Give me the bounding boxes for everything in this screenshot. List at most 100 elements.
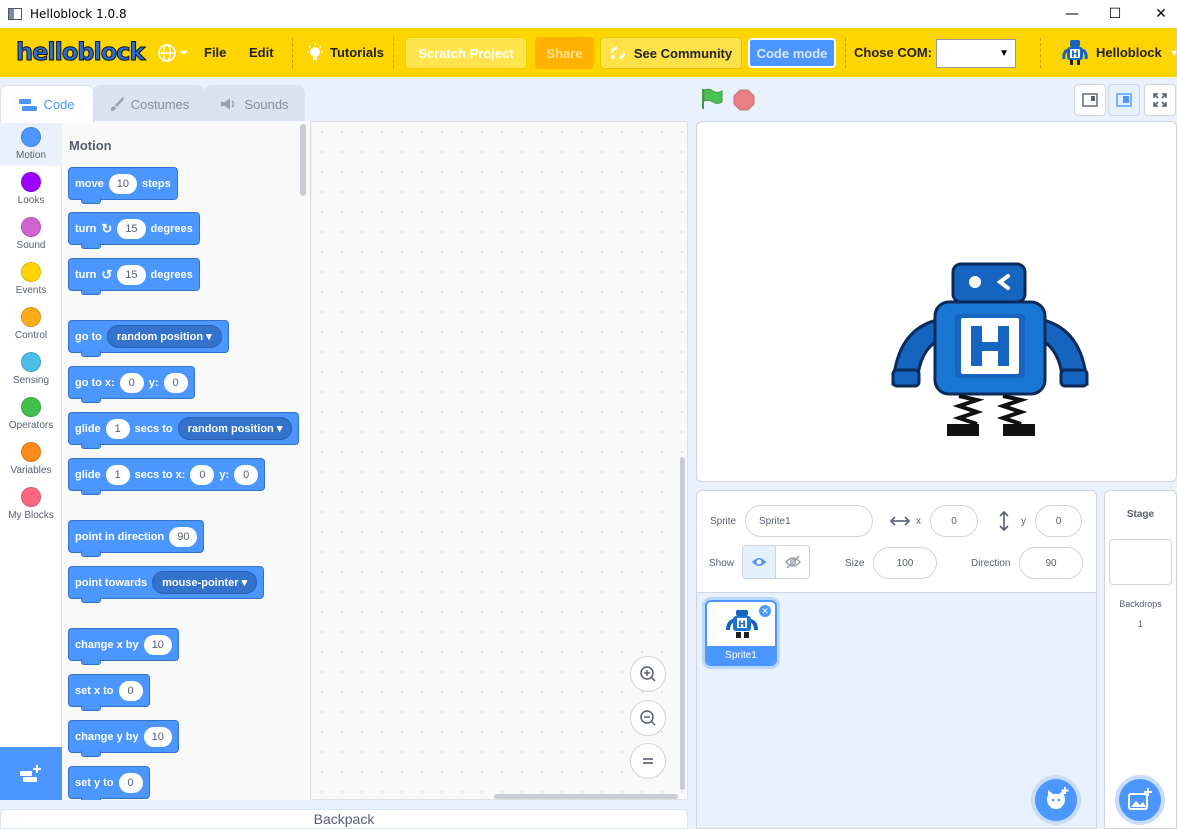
block-dropdown[interactable]: random position ▾ — [106, 325, 222, 348]
delete-sprite-button[interactable]: ✕ — [758, 604, 772, 618]
fullscreen-button[interactable] — [1144, 84, 1176, 116]
category-dot-icon — [21, 217, 41, 237]
y-position-value: 0 — [1055, 515, 1062, 527]
add-sprite-button[interactable] — [1031, 775, 1081, 825]
code-mode-button[interactable]: Code mode — [748, 38, 836, 68]
block-dropdown[interactable]: mouse-pointer ▾ — [152, 571, 258, 594]
category-dot-icon — [21, 127, 41, 147]
block-input[interactable]: 1 — [105, 464, 130, 485]
backpack-panel[interactable]: Backpack — [0, 809, 688, 829]
language-menu[interactable] — [157, 28, 189, 77]
file-menu[interactable]: File — [204, 28, 226, 77]
green-flag-icon[interactable] — [700, 87, 724, 111]
see-community-button[interactable]: See Community — [600, 37, 742, 69]
category-dot-icon — [21, 172, 41, 192]
block-glide-to[interactable]: glide 1 secs to random position ▾ — [68, 412, 300, 449]
user-menu[interactable]: H Helloblock ▼ — [1062, 28, 1177, 77]
com-port-select[interactable]: ▼ — [936, 39, 1016, 68]
zoom-out-button[interactable] — [630, 700, 666, 736]
block-input[interactable]: 90 — [169, 526, 198, 547]
stage-canvas[interactable] — [696, 121, 1177, 482]
block-input[interactable]: 1 — [105, 418, 130, 439]
block-go-to-xy[interactable]: go to x: 0 y: 0 — [68, 366, 195, 403]
edit-menu[interactable]: Edit — [249, 28, 274, 77]
block-input[interactable]: 15 — [117, 264, 146, 285]
code-workspace[interactable] — [312, 121, 688, 800]
small-stage-button[interactable] — [1074, 84, 1106, 116]
block-change-x[interactable]: change x by 10 — [68, 628, 179, 665]
workspace-horizontal-scrollbar[interactable] — [494, 794, 678, 799]
category-label: Control — [14, 330, 48, 341]
category-control[interactable]: Control — [0, 301, 62, 346]
maximize-button[interactable]: ☐ — [1092, 0, 1138, 28]
block-set-y[interactable]: set y to 0 — [68, 766, 150, 800]
block-text: change x by — [75, 638, 139, 651]
tab-sounds[interactable]: Sounds — [204, 85, 305, 122]
robot-sprite[interactable] — [889, 260, 1091, 440]
scratch-project-button[interactable]: Scratch Project — [405, 37, 527, 69]
share-button[interactable]: Share — [535, 37, 594, 69]
category-sound[interactable]: Sound — [0, 211, 62, 256]
zoom-reset-button[interactable] — [630, 743, 666, 779]
show-sprite-button[interactable] — [742, 545, 776, 579]
category-dot-icon — [21, 262, 41, 282]
size-input[interactable]: 100 — [873, 547, 937, 579]
backdrops-label: Backdrops — [1119, 599, 1162, 609]
palette-scrollbar[interactable] — [300, 124, 306, 196]
block-go-to[interactable]: go to random position ▾ — [68, 320, 229, 357]
block-input[interactable]: 0 — [234, 464, 259, 485]
stop-icon[interactable] — [733, 89, 755, 111]
x-position-input[interactable]: 0 — [930, 505, 978, 537]
block-input[interactable]: 15 — [117, 218, 146, 239]
zoom-in-button[interactable] — [630, 656, 666, 692]
block-input[interactable]: 10 — [143, 726, 172, 747]
block-text: y: — [148, 376, 159, 389]
category-sensing[interactable]: Sensing — [0, 346, 62, 391]
sprite-name-input[interactable]: Sprite1 — [745, 505, 873, 537]
backdrop-thumbnail[interactable] — [1109, 539, 1172, 585]
category-operators[interactable]: Operators — [0, 391, 62, 436]
block-input[interactable]: 0 — [163, 372, 188, 393]
category-looks[interactable]: Looks — [0, 166, 62, 211]
block-input[interactable]: 0 — [118, 772, 143, 793]
block-glide-xy[interactable]: glide 1 secs to x: 0 y: 0 — [68, 458, 266, 495]
block-set-x[interactable]: set x to 0 — [68, 674, 150, 711]
helloblock-logo[interactable]: helloblock — [15, 38, 145, 67]
block-input[interactable]: 0 — [119, 372, 144, 393]
add-extension-button[interactable] — [0, 747, 62, 800]
block-turn-left[interactable]: turn ↺ 15 degrees — [68, 258, 200, 295]
minimize-button[interactable]: — — [1049, 0, 1095, 28]
tutorials-label: Tutorials — [330, 45, 384, 60]
category-label: Events — [15, 285, 47, 296]
x-label: x — [916, 516, 921, 527]
block-text: change y by — [75, 730, 139, 743]
direction-input[interactable]: 90 — [1019, 547, 1083, 579]
block-input[interactable]: 0 — [118, 680, 143, 701]
large-stage-button[interactable] — [1108, 84, 1140, 116]
block-palette: Motion move 10 steps turn ↻ 15 degrees t… — [62, 121, 311, 800]
category-my-blocks[interactable]: My Blocks — [0, 481, 62, 526]
block-dropdown[interactable]: random position ▾ — [177, 417, 293, 440]
block-turn-right[interactable]: turn ↻ 15 degrees — [68, 212, 200, 249]
category-events[interactable]: Events — [0, 256, 62, 301]
block-point-direction[interactable]: point in direction 90 — [68, 520, 205, 557]
tab-code[interactable]: Code — [0, 85, 94, 123]
svg-text:H: H — [1071, 50, 1079, 60]
category-motion[interactable]: Motion — [0, 121, 62, 166]
dropdown-value: random position — [116, 331, 204, 343]
close-window-button[interactable]: ✕ — [1138, 0, 1177, 28]
add-backdrop-button[interactable] — [1115, 775, 1165, 825]
hide-sprite-button[interactable] — [775, 545, 810, 579]
block-change-y[interactable]: change y by 10 — [68, 720, 179, 757]
workspace-vertical-scrollbar[interactable] — [680, 457, 685, 790]
category-variables[interactable]: Variables — [0, 436, 62, 481]
block-point-towards[interactable]: point towards mouse-pointer ▾ — [68, 566, 265, 603]
zoom-out-icon — [640, 710, 656, 726]
block-move-steps[interactable]: move 10 steps — [68, 167, 178, 204]
block-input[interactable]: 0 — [190, 464, 215, 485]
y-position-input[interactable]: 0 — [1035, 505, 1082, 537]
tutorials-menu[interactable]: Tutorials — [306, 28, 384, 77]
block-input[interactable]: 10 — [108, 173, 137, 194]
tab-costumes[interactable]: Costumes — [93, 85, 205, 122]
block-input[interactable]: 10 — [143, 634, 172, 655]
